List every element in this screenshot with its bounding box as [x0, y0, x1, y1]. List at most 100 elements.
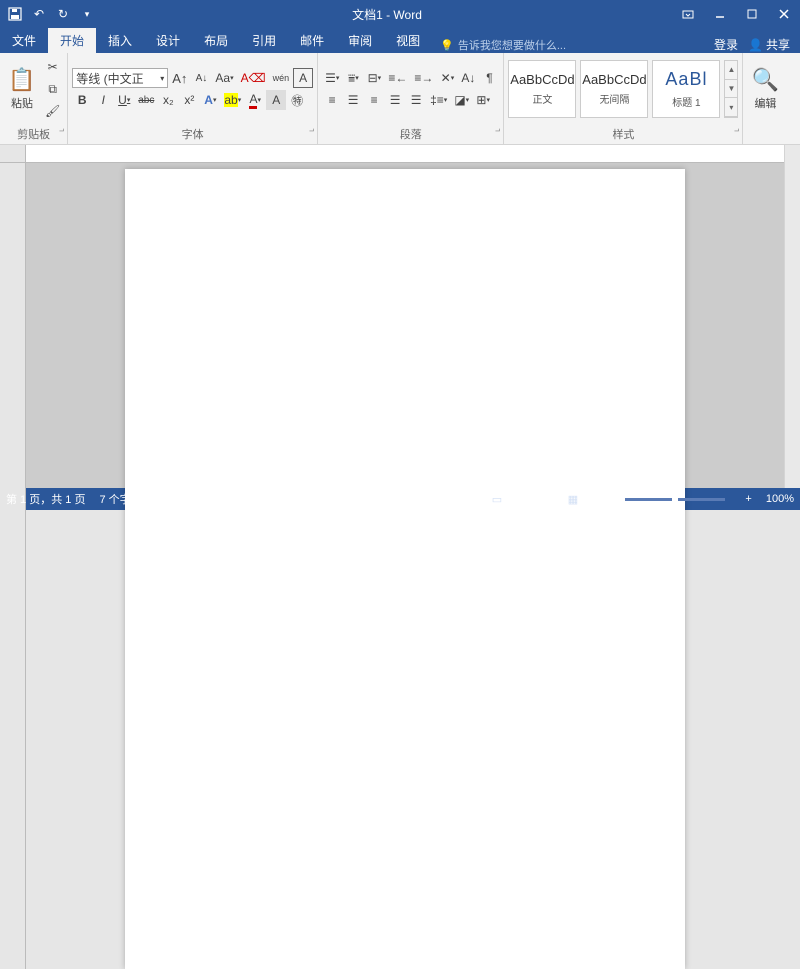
text-effects-button[interactable]: A▾	[200, 90, 220, 110]
numbering-button[interactable]: ⩸▾	[343, 68, 363, 88]
group-styles: AaBbCcDd 正文 AaBbCcDd 无间隔 AaBl 标题 1 ▲ ▼ ▾…	[504, 53, 743, 144]
language-status[interactable]: 中文(中国)	[168, 491, 219, 507]
undo-button[interactable]: ↶	[28, 3, 50, 25]
chevron-down-icon: ▾	[160, 74, 164, 83]
zoom-level[interactable]: 100%	[766, 493, 794, 505]
sort-button[interactable]: A↓	[458, 68, 478, 88]
redo-button[interactable]: ↻	[52, 3, 74, 25]
align-right-button[interactable]: ≡	[364, 90, 384, 110]
print-layout-button[interactable]: ▤	[523, 490, 547, 508]
format-painter-button[interactable]: 🖌	[42, 101, 63, 121]
justify-button[interactable]: ☰	[385, 90, 405, 110]
multilevel-button[interactable]: ⊟▾	[364, 68, 384, 88]
style-heading1[interactable]: AaBl 标题 1	[652, 60, 720, 118]
tab-home[interactable]: 开始	[48, 28, 96, 53]
zoom-out-button[interactable]: −	[599, 493, 605, 505]
group-editing: 🔍 编辑 编辑	[743, 53, 787, 144]
proofing-icon[interactable]: ✓	[145, 493, 154, 506]
document-title: 文档1 - Word	[102, 6, 672, 23]
web-layout-button[interactable]: ▦	[561, 490, 585, 508]
find-button[interactable]: 🔍 编辑	[747, 65, 783, 113]
group-paragraph-label: 段落	[318, 125, 503, 144]
font-color-button[interactable]: A▾	[245, 90, 265, 110]
subscript-button[interactable]: x₂	[158, 90, 178, 110]
group-styles-label: 样式	[504, 125, 742, 144]
word-count[interactable]: 7 个字	[99, 491, 130, 507]
tab-layout[interactable]: 布局	[192, 28, 240, 53]
grow-font-button[interactable]: A↑	[169, 68, 190, 88]
char-border-button[interactable]: A	[293, 68, 313, 88]
style-no-spacing[interactable]: AaBbCcDd 无间隔	[580, 60, 648, 118]
group-clipboard: 📋 粘贴 ✂ ⧉ 🖌 剪贴板	[0, 53, 68, 144]
borders-button[interactable]: ⊞▾	[473, 90, 493, 110]
clear-formatting-button[interactable]: A⌫	[238, 68, 269, 88]
underline-button[interactable]: U▾	[114, 90, 134, 110]
enclose-char-button[interactable]: ㊕	[287, 90, 307, 110]
cut-button[interactable]: ✂	[42, 57, 63, 77]
font-family-combo[interactable]: 等线 (中文正▾	[72, 68, 168, 88]
text-direction-button[interactable]: ✕▾	[437, 68, 457, 88]
qat-more-button[interactable]: ▾	[76, 3, 98, 25]
login-link[interactable]: 登录	[714, 36, 738, 53]
increase-indent-button[interactable]: ≡→	[411, 68, 436, 88]
bold-button[interactable]: B	[72, 90, 92, 110]
page-count[interactable]: 第 1 页，共 1 页	[6, 491, 85, 507]
ribbon-tabs: 文件 开始 插入 设计 布局 引用 邮件 审阅 视图 💡 告诉我您想要做什么..…	[0, 28, 800, 53]
zoom-thumb[interactable]	[672, 495, 678, 504]
vertical-ruler[interactable]	[0, 163, 26, 969]
ribbon-options-button[interactable]	[672, 0, 704, 28]
line-spacing-button[interactable]: ‡≡▾	[427, 90, 450, 110]
shading-button[interactable]: ◪▾	[451, 90, 472, 110]
vertical-scrollbar[interactable]	[784, 145, 800, 488]
copy-button[interactable]: ⧉	[42, 79, 63, 99]
bullets-button[interactable]: ☰▾	[322, 68, 342, 88]
show-marks-button[interactable]: ¶	[479, 68, 499, 88]
align-left-button[interactable]: ≡	[322, 90, 342, 110]
tab-references[interactable]: 引用	[240, 28, 288, 53]
zoom-in-button[interactable]: +	[745, 493, 751, 505]
read-mode-button[interactable]: ▭	[485, 490, 509, 508]
styles-expand[interactable]: ▾	[725, 98, 737, 117]
clipboard-icon: 📋	[8, 67, 35, 93]
horizontal-ruler[interactable]	[26, 145, 784, 163]
share-icon: 👤	[748, 38, 763, 52]
highlight-button[interactable]: ab▾	[221, 90, 244, 110]
styles-scroll-up[interactable]: ▲	[725, 61, 737, 80]
lightbulb-icon: 💡	[440, 39, 454, 52]
phonetic-guide-button[interactable]: wén	[270, 68, 293, 88]
zoom-slider[interactable]	[625, 498, 725, 501]
decrease-indent-button[interactable]: ≡←	[385, 68, 410, 88]
tab-mailings[interactable]: 邮件	[288, 28, 336, 53]
maximize-button[interactable]	[736, 0, 768, 28]
quick-access-toolbar: ↶ ↻ ▾	[0, 3, 102, 25]
change-case-button[interactable]: Aa▾	[212, 68, 236, 88]
superscript-button[interactable]: x²	[179, 90, 199, 110]
close-button[interactable]	[768, 0, 800, 28]
tab-view[interactable]: 视图	[384, 28, 432, 53]
ruler-corner	[0, 145, 26, 163]
tell-me-placeholder: 告诉我您想要做什么...	[458, 37, 566, 53]
tab-review[interactable]: 审阅	[336, 28, 384, 53]
style-normal[interactable]: AaBbCcDd 正文	[508, 60, 576, 118]
tell-me-search[interactable]: 💡 告诉我您想要做什么...	[432, 37, 704, 53]
tab-file[interactable]: 文件	[0, 28, 48, 53]
paste-button[interactable]: 📋 粘贴	[4, 65, 40, 113]
char-shading-button[interactable]: A	[266, 90, 286, 110]
ribbon: 📋 粘贴 ✂ ⧉ 🖌 剪贴板 等线 (中文正▾ A↑ A↓ Aa▾ A⌫ wén	[0, 53, 800, 145]
document-area[interactable]	[26, 163, 784, 969]
group-paragraph: ☰▾ ⩸▾ ⊟▾ ≡← ≡→ ✕▾ A↓ ¶ ≡ ☰ ≡ ☰ ☰ ‡≡▾ ◪▾	[318, 53, 504, 144]
italic-button[interactable]: I	[93, 90, 113, 110]
share-button[interactable]: 👤共享	[748, 36, 790, 53]
styles-gallery-scroll: ▲ ▼ ▾	[724, 60, 738, 118]
strikethrough-button[interactable]: abc	[135, 90, 157, 110]
save-button[interactable]	[4, 3, 26, 25]
distributed-button[interactable]: ☰	[406, 90, 426, 110]
align-center-button[interactable]: ☰	[343, 90, 363, 110]
shrink-font-button[interactable]: A↓	[191, 68, 211, 88]
minimize-button[interactable]	[704, 0, 736, 28]
styles-scroll-down[interactable]: ▼	[725, 80, 737, 99]
page[interactable]	[125, 169, 685, 969]
tab-design[interactable]: 设计	[144, 28, 192, 53]
tab-insert[interactable]: 插入	[96, 28, 144, 53]
brush-icon: 🖌	[45, 104, 60, 118]
